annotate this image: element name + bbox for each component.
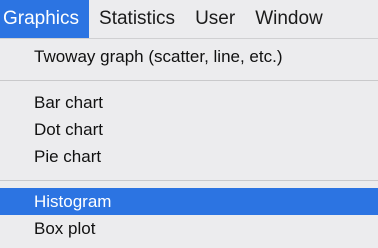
menu-user[interactable]: User (185, 0, 245, 38)
screen: Graphics Statistics User Window Twoway g… (0, 0, 378, 248)
menu-item-bar-chart[interactable]: Bar chart (0, 89, 378, 116)
menu-statistics[interactable]: Statistics (89, 0, 185, 38)
menu-item-twoway-graph[interactable]: Twoway graph (scatter, line, etc.) (0, 43, 378, 70)
menu-item-histogram[interactable]: Histogram (0, 188, 378, 215)
menu-graphics[interactable]: Graphics (0, 0, 90, 38)
menu-separator (0, 80, 378, 81)
menu-separator (0, 180, 378, 181)
menu-item-box-plot[interactable]: Box plot (0, 215, 378, 242)
menu-item-dot-chart[interactable]: Dot chart (0, 116, 378, 143)
menu-bar: Graphics Statistics User Window (0, 0, 378, 38)
menu-window[interactable]: Window (245, 0, 333, 38)
graphics-dropdown-menu: Twoway graph (scatter, line, etc.) Bar c… (0, 38, 378, 248)
menu-item-pie-chart[interactable]: Pie chart (0, 143, 378, 170)
